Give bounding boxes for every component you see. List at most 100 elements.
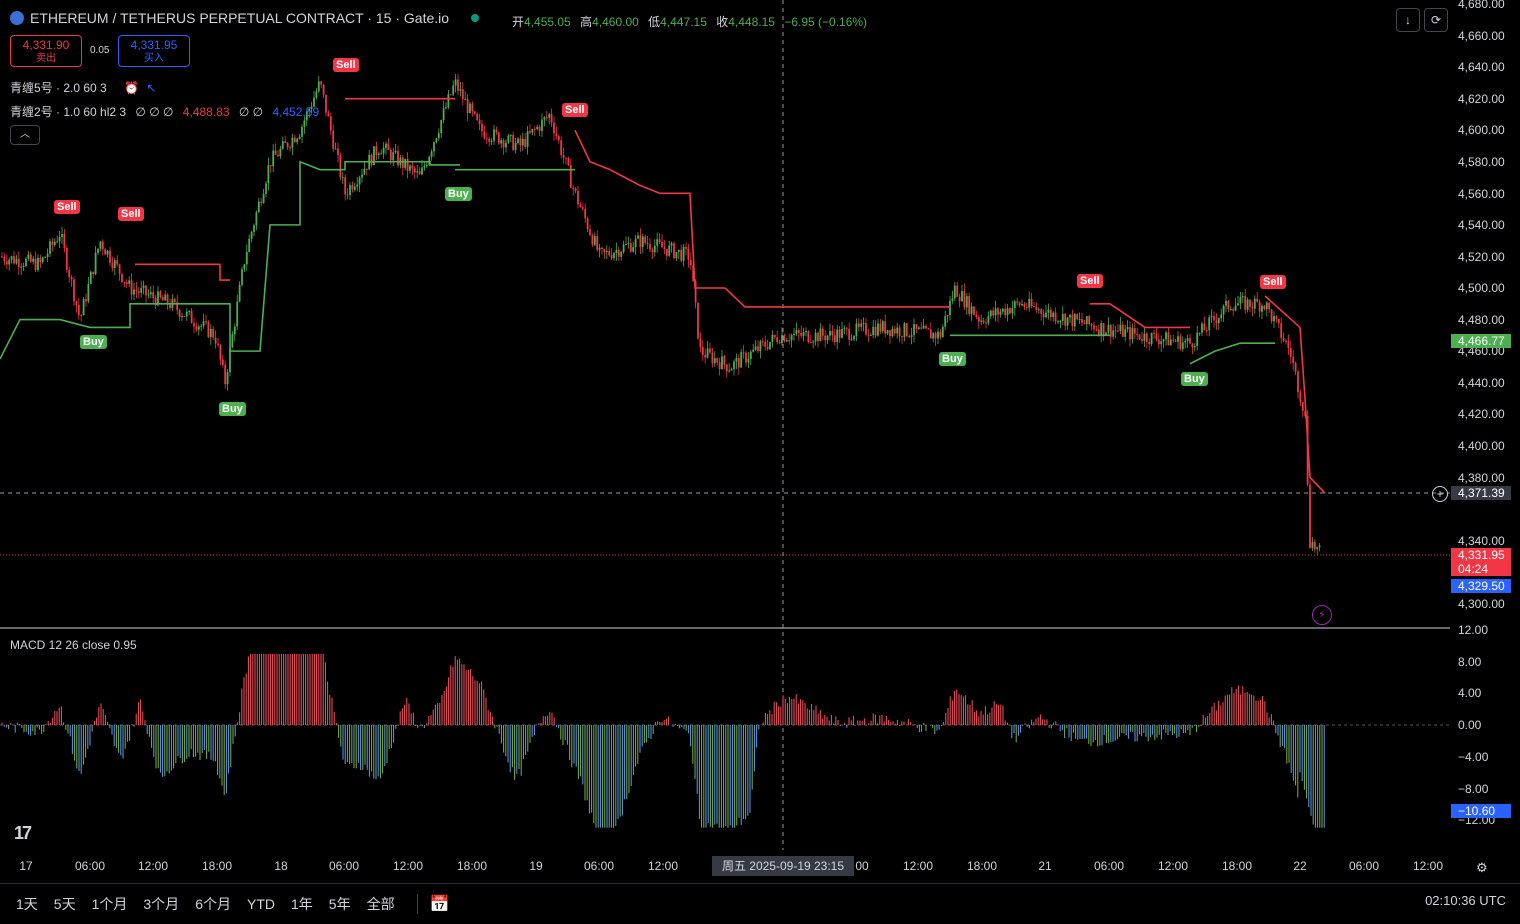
- chart-canvas[interactable]: [0, 0, 1520, 880]
- candle-body: [596, 236, 599, 250]
- candle-body: [749, 351, 752, 360]
- candle-body: [34, 258, 37, 271]
- download-icon[interactable]: ↓: [1396, 8, 1420, 32]
- last-price-tag: 4,331.95 04:24: [1451, 548, 1511, 576]
- range-button[interactable]: 6个月: [195, 894, 231, 914]
- candle-body: [1318, 545, 1321, 548]
- candle-body: [106, 250, 109, 255]
- candle-body: [17, 258, 20, 268]
- candle-body: [778, 342, 781, 344]
- range-button[interactable]: 全部: [367, 894, 395, 914]
- clock[interactable]: 02:10:36 UTC: [1425, 893, 1506, 908]
- candle-body: [37, 257, 39, 271]
- time-axis-label: 18:00: [966, 859, 998, 873]
- symbol-title[interactable]: ETHEREUM / TETHERUS PERPETUAL CONTRACT ·…: [10, 10, 487, 26]
- crosshair-price-tag: 4,371.39: [1451, 486, 1511, 500]
- candle-body: [121, 273, 123, 282]
- candle-body: [351, 185, 354, 190]
- candle-body: [425, 164, 428, 167]
- candle-body: [241, 269, 243, 285]
- candle-body: [524, 138, 527, 147]
- candle-body: [1261, 305, 1263, 312]
- candle-body: [1061, 313, 1064, 321]
- candle-body: [142, 285, 145, 288]
- close-value: 4,448.15: [728, 15, 775, 29]
- candle-body: [603, 249, 606, 252]
- candle-body: [848, 328, 851, 340]
- refresh-icon[interactable]: ⟳: [1424, 8, 1448, 32]
- candle-body: [1093, 325, 1095, 330]
- candle-body: [584, 208, 587, 219]
- sell-button[interactable]: 4,331.90 卖出: [10, 35, 82, 67]
- candle-body: [236, 301, 239, 327]
- candle-body: [843, 328, 846, 330]
- change-value: −6.95 (−0.16%): [784, 15, 868, 29]
- candle-body: [389, 149, 392, 161]
- candle-body: [1018, 302, 1021, 306]
- candle-body: [497, 132, 500, 144]
- candle-body: [1016, 301, 1019, 303]
- candle-body: [1088, 316, 1091, 325]
- candle-body: [255, 212, 258, 226]
- candle-body: [452, 85, 455, 95]
- time-axis-label: 12:00: [392, 859, 424, 873]
- candle-body: [164, 294, 167, 301]
- candle-body: [421, 167, 423, 175]
- candle-body: [161, 297, 164, 301]
- candle-body: [613, 253, 615, 259]
- candle-body: [929, 329, 932, 339]
- candle-body: [173, 299, 176, 302]
- range-button[interactable]: 5天: [54, 894, 76, 914]
- candle-body: [776, 337, 779, 343]
- candle-body: [622, 244, 625, 253]
- indicator-1-legend[interactable]: 青缠5号 · 2.0 60 3 ⏰ ↖: [10, 79, 156, 96]
- candle-body: [898, 327, 901, 337]
- settings-icon[interactable]: ⚙: [1476, 860, 1488, 876]
- range-button[interactable]: YTD: [247, 896, 275, 912]
- candle-body: [380, 153, 383, 155]
- range-button[interactable]: 1个月: [92, 894, 128, 914]
- candle-body: [944, 316, 947, 327]
- price-axis-label: 4,380.00: [1458, 471, 1505, 485]
- candle-body: [322, 84, 325, 95]
- range-button[interactable]: 1年: [291, 894, 313, 914]
- alarm-icon[interactable]: ⏰: [124, 81, 139, 95]
- add-alert-icon[interactable]: +: [1432, 486, 1448, 502]
- candle-body: [272, 150, 275, 167]
- range-button[interactable]: 3个月: [143, 894, 179, 914]
- buy-button[interactable]: 4,331.95 买入: [118, 35, 190, 67]
- candle-body: [245, 252, 248, 265]
- candle-body: [653, 245, 656, 253]
- date-range-icon[interactable]: 📅: [430, 894, 450, 914]
- candle-body: [543, 117, 546, 120]
- price-axis-label: 4,400.00: [1458, 439, 1505, 453]
- candle-body: [927, 328, 930, 330]
- collapse-legend-button[interactable]: ︿: [10, 125, 40, 145]
- candle-body: [22, 266, 25, 268]
- candle-body: [118, 264, 121, 274]
- lightning-icon[interactable]: ⚡: [1312, 605, 1332, 625]
- candle-body: [670, 243, 673, 246]
- range-button[interactable]: 1天: [16, 894, 38, 914]
- candle-body: [557, 136, 560, 141]
- candle-body: [941, 326, 944, 338]
- candle-body: [1069, 314, 1071, 318]
- time-axis-label: 12:00: [1412, 859, 1444, 873]
- indicator-2-legend[interactable]: 青缠2号 · 1.0 60 hl2 3 ∅ ∅ ∅ 4,488.83 ∅ ∅ 4…: [10, 103, 319, 120]
- candle-body: [586, 218, 589, 230]
- candle-body: [1081, 319, 1083, 323]
- macd-legend[interactable]: MACD 12 26 close 0.95: [10, 638, 137, 652]
- candle-body: [536, 126, 539, 130]
- candle-body: [574, 188, 577, 191]
- tradingview-logo-icon[interactable]: 17: [14, 823, 32, 844]
- candle-body: [1054, 312, 1057, 322]
- candle-body: [1191, 343, 1194, 348]
- candle-body: [301, 126, 303, 137]
- candle-body: [697, 302, 699, 339]
- candle-body: [1263, 305, 1266, 310]
- candle-body: [939, 331, 942, 338]
- candle-body: [675, 251, 678, 259]
- candle-body: [1316, 547, 1319, 550]
- range-button[interactable]: 5年: [329, 894, 351, 914]
- candle-body: [1145, 333, 1148, 342]
